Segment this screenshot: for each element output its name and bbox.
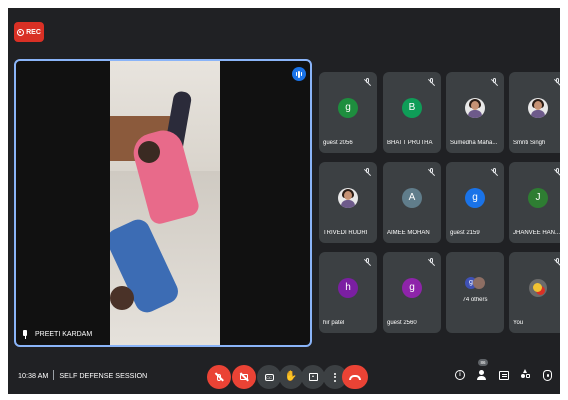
pin-icon[interactable] xyxy=(22,330,28,339)
participant-name: JHANVEE HAN... xyxy=(513,230,560,236)
mic-muted-icon xyxy=(553,78,560,86)
mic-muted-icon xyxy=(490,168,499,176)
avatar: h xyxy=(338,277,358,298)
participant-tile[interactable]: h hir patel xyxy=(319,252,377,333)
leave-call-button[interactable] xyxy=(342,365,368,389)
avatar: g xyxy=(465,187,485,208)
avatar: g xyxy=(402,277,422,298)
participant-name: guest 2560 xyxy=(387,320,417,326)
mic-muted-icon xyxy=(363,168,372,176)
avatar: B xyxy=(402,97,422,118)
divider xyxy=(53,370,55,380)
participant-tile[interactable]: g guest 2159 xyxy=(446,162,504,243)
camera-off-button[interactable] xyxy=(232,365,256,389)
host-controls-icon[interactable] xyxy=(543,369,552,381)
participant-tile[interactable]: You xyxy=(509,252,560,333)
avatar-photo xyxy=(465,97,485,118)
present-button[interactable] xyxy=(301,365,325,389)
mic-muted-icon xyxy=(553,168,560,176)
side-panel-controls: i 86 xyxy=(455,359,552,381)
call-end-icon xyxy=(349,374,361,380)
mic-muted-icon xyxy=(427,78,436,86)
recording-badge: REC xyxy=(14,22,44,42)
chat-icon[interactable] xyxy=(499,370,509,380)
avatar-photo xyxy=(528,97,548,118)
recording-label: REC xyxy=(26,28,41,36)
meeting-title: SELF DEFENSE SESSION xyxy=(59,370,148,380)
mic-muted-icon xyxy=(427,168,436,176)
avatar: g xyxy=(338,97,358,118)
meeting-time: 10:38 AM xyxy=(18,370,49,380)
participant-tile[interactable]: TRIVEDI RUDRI xyxy=(319,162,377,243)
avatar-photo xyxy=(338,187,358,208)
meeting-details[interactable]: 10:38 AM SELF DEFENSE SESSION xyxy=(18,370,147,380)
participant-name: hir patel xyxy=(323,320,345,326)
participant-name: TRIVEDI RUDRI xyxy=(323,230,368,236)
participant-tile[interactable]: g 74 others xyxy=(446,252,504,333)
info-icon[interactable]: i xyxy=(455,370,465,380)
participant-name: Sumedha Maha... xyxy=(450,140,498,146)
participant-tile[interactable]: Smriti Singh xyxy=(509,72,560,153)
participant-name: guest 2056 xyxy=(323,140,353,146)
participant-name: You xyxy=(513,320,524,326)
bottom-control-bar: 10:38 AM SELF DEFENSE SESSION CC ✋ i 86 xyxy=(8,359,560,394)
meeting-window: REC PREETI KARDAM g guest 2056 B BHATT PRUT… xyxy=(8,8,560,394)
participant-name: guest 2159 xyxy=(450,230,480,236)
participant-tile[interactable]: Sumedha Maha... xyxy=(446,72,504,153)
mic-off-button[interactable] xyxy=(207,365,231,389)
avatar: J xyxy=(528,187,548,208)
hand-icon: ✋ xyxy=(284,371,298,382)
mic-muted-icon xyxy=(363,258,372,266)
self-avatar xyxy=(529,278,547,297)
participant-name: Smriti Singh xyxy=(513,140,546,146)
raise-hand-button[interactable]: ✋ xyxy=(279,365,303,389)
avatar: A xyxy=(402,187,422,208)
participant-tile[interactable]: J JHANVEE HAN... xyxy=(509,162,560,243)
avatar-photo xyxy=(473,276,485,289)
main-speaker-tile[interactable]: PREETI KARDAM xyxy=(14,59,312,347)
participant-name: 74 others xyxy=(462,297,488,303)
people-icon[interactable]: 86 xyxy=(476,359,488,381)
participant-name: BHATT PRUTHA xyxy=(387,140,433,146)
mic-muted-icon xyxy=(363,78,372,86)
activities-icon[interactable] xyxy=(520,369,532,381)
mic-muted-icon xyxy=(490,78,499,86)
audio-speaking-icon xyxy=(292,67,306,81)
participant-tile[interactable]: B BHATT PRUTHA xyxy=(383,72,441,153)
participant-video xyxy=(110,61,220,345)
participant-count: 86 xyxy=(478,359,488,366)
captions-button[interactable]: CC xyxy=(257,365,281,389)
main-speaker-name: PREETI KARDAM xyxy=(22,330,92,339)
record-icon xyxy=(17,28,25,36)
participant-tile[interactable]: A AIMEE MOHAN xyxy=(383,162,441,243)
more-vert-icon xyxy=(334,372,336,382)
captions-icon: CC xyxy=(264,373,274,381)
mic-muted-icon xyxy=(427,258,436,266)
others-avatars: g xyxy=(465,276,485,289)
present-icon xyxy=(308,373,318,381)
participant-tile[interactable]: g guest 2056 xyxy=(319,72,377,153)
mic-muted-icon xyxy=(553,258,560,266)
participant-tile[interactable]: g guest 2560 xyxy=(383,252,441,333)
participant-name: AIMEE MOHAN xyxy=(387,230,430,236)
